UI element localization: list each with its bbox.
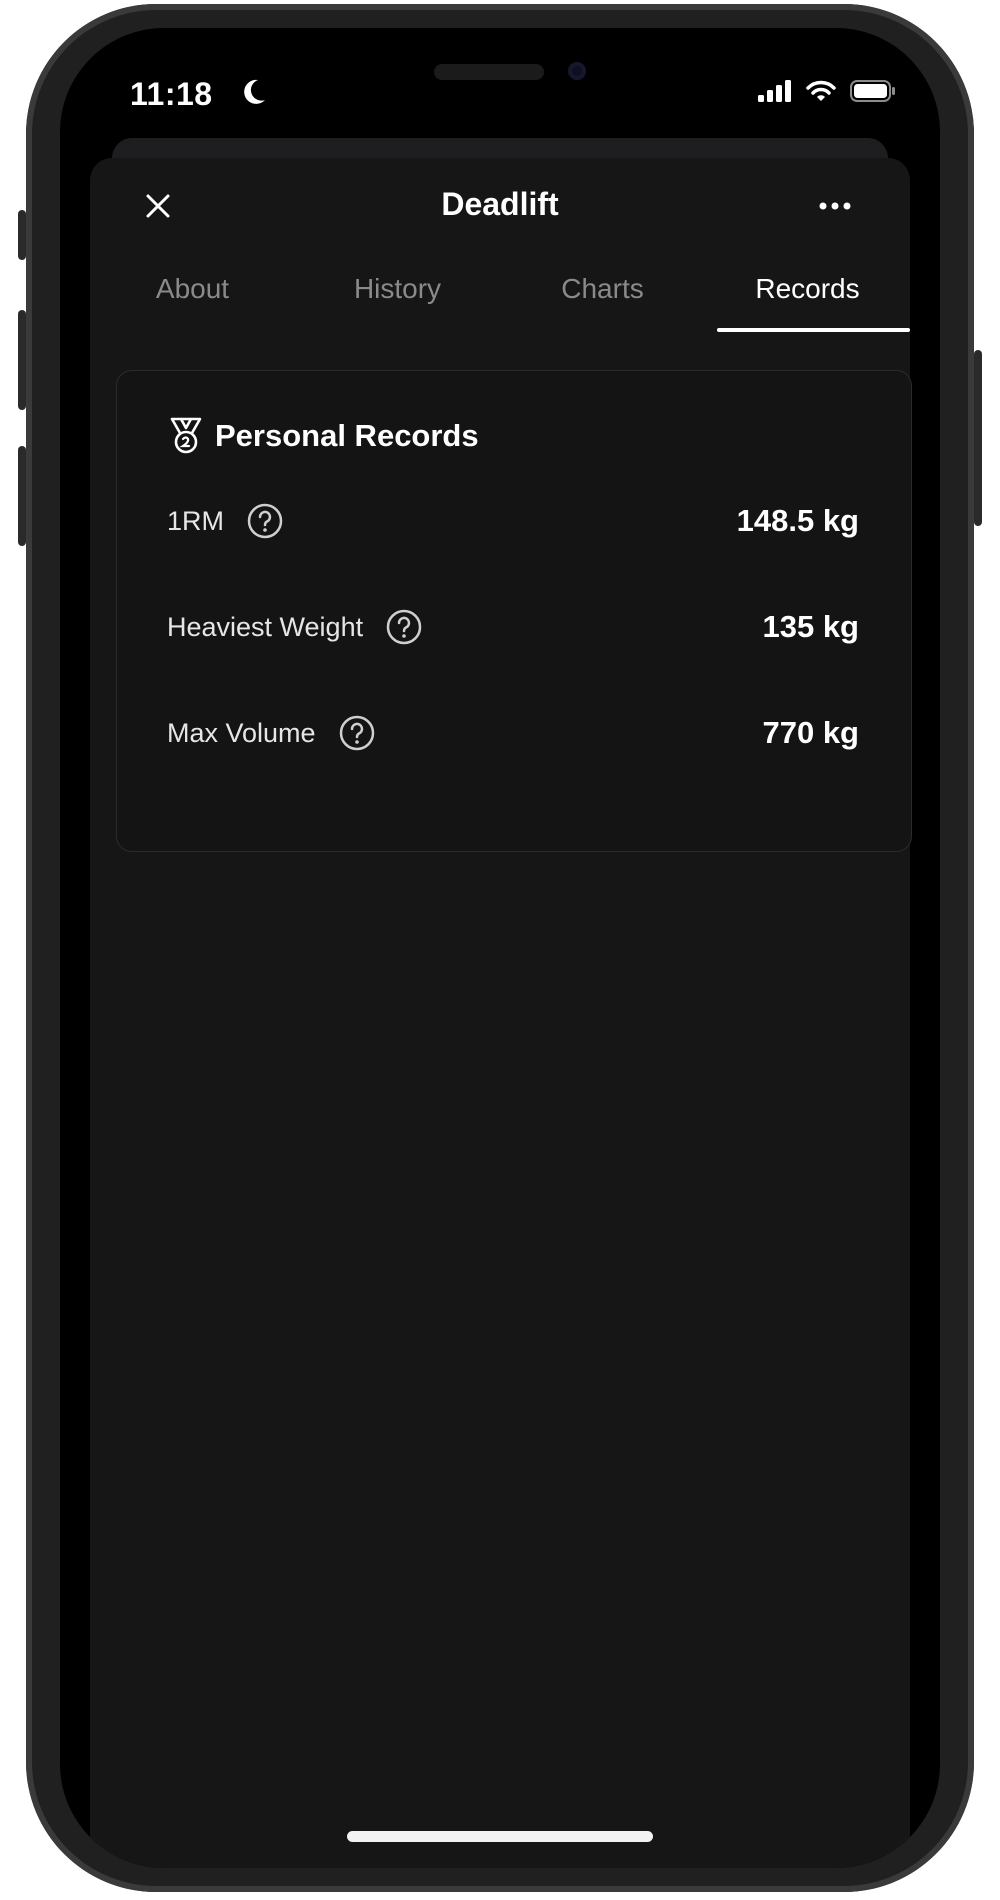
- wifi-icon: [806, 80, 836, 101]
- record-label-group: 1RM: [167, 502, 284, 540]
- volume-up-button: [18, 310, 26, 410]
- exercise-sheet: Deadlift About History Charts Records Pe…: [90, 158, 912, 1868]
- medal-icon: [170, 417, 202, 454]
- tab-history[interactable]: History: [295, 268, 500, 330]
- status-time: 11:18: [130, 76, 213, 112]
- more-horizontal-icon: [819, 202, 851, 210]
- device-frame: 11:18 Deadlift About History Charts Reco…: [0, 0, 1000, 1900]
- volume-down-button: [18, 446, 26, 546]
- record-label: 1RM: [167, 505, 225, 536]
- power-button: [974, 350, 982, 526]
- battery-icon: [850, 80, 895, 102]
- help-circle-icon[interactable]: [385, 608, 423, 646]
- record-label: Max Volume: [167, 717, 316, 748]
- silent-switch: [18, 210, 26, 260]
- status-icons: [758, 80, 896, 102]
- record-value: 135 kg: [762, 609, 859, 644]
- tab-bar: About History Charts Records: [90, 268, 910, 332]
- help-circle-icon[interactable]: [338, 714, 376, 752]
- card-title: Personal Records: [215, 418, 479, 453]
- record-row-max-volume: Max Volume 770 kg: [167, 709, 859, 757]
- tab-about[interactable]: About: [90, 268, 295, 330]
- tab-records[interactable]: Records: [705, 268, 910, 332]
- personal-records-card: Personal Records 1RM 148.5 kg Heaviest W…: [116, 370, 912, 852]
- phone-body: 11:18 Deadlift About History Charts Reco…: [26, 4, 974, 1892]
- speaker-grille: [434, 64, 544, 80]
- card-header: Personal Records: [169, 417, 479, 455]
- record-row-1rm: 1RM 148.5 kg: [167, 497, 859, 545]
- record-label-group: Heaviest Weight: [167, 608, 423, 646]
- page-title: Deadlift: [441, 186, 559, 222]
- tab-charts[interactable]: Charts: [500, 268, 705, 330]
- record-value: 770 kg: [762, 715, 859, 750]
- screen: 11:18 Deadlift About History Charts Reco…: [60, 28, 940, 1868]
- record-row-heaviest-weight: Heaviest Weight 135 kg: [167, 603, 859, 651]
- moon-icon: [244, 79, 265, 104]
- cellular-signal-icon: [758, 80, 791, 102]
- record-label: Heaviest Weight: [167, 611, 364, 642]
- record-value: 148.5 kg: [736, 503, 859, 538]
- more-options-button[interactable]: [810, 186, 860, 226]
- front-camera: [568, 62, 586, 80]
- record-label-group: Max Volume: [167, 714, 376, 752]
- home-indicator[interactable]: [347, 1831, 653, 1842]
- help-circle-icon[interactable]: [246, 502, 284, 540]
